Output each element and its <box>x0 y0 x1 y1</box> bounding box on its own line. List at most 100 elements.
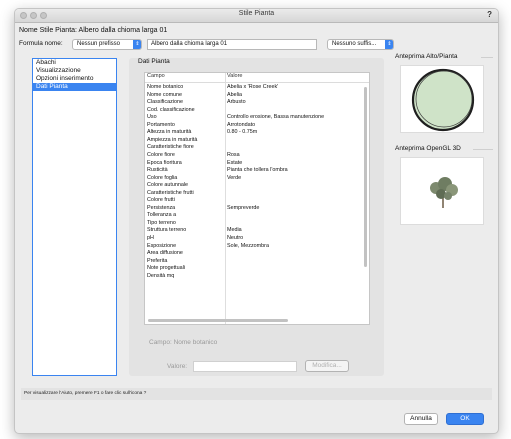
table-row[interactable]: Colore fiore Rosa <box>145 152 361 160</box>
field-cell: Caratteristiche frutti <box>147 189 194 196</box>
table-row[interactable]: Tipo terreno <box>145 220 361 228</box>
sidebar-item-dati-pianta[interactable]: Dati Pianta <box>33 83 116 91</box>
table-header: Campo Valore <box>145 73 369 83</box>
table-row[interactable]: Struttura terreno Media <box>145 227 361 235</box>
sidebar-item-opzioni-inserimento[interactable]: Opzioni inserimento <box>33 75 116 83</box>
modify-button[interactable]: Modifica... <box>305 360 349 372</box>
field-cell: Tipo terreno <box>147 219 176 226</box>
field-cell: Epoca fioritura <box>147 159 182 166</box>
dialog-window: Stile Pianta ? Nome Stile Pianta: Albero… <box>14 8 499 434</box>
separator <box>481 57 493 58</box>
table-row[interactable]: Area diffusione <box>145 250 361 258</box>
valore-field[interactable] <box>193 361 297 372</box>
field-cell: Persistenza <box>147 204 176 211</box>
table-row[interactable]: Uso Controllo erosione, Bassa manutenzion… <box>145 114 361 122</box>
field-cell: Colore foglia <box>147 174 178 181</box>
chevron-updown-icon: ⇕ <box>133 40 141 49</box>
separator <box>473 149 493 150</box>
help-icon[interactable]: ? <box>487 10 492 19</box>
field-cell: Portamento <box>147 121 175 128</box>
value-cell: Arbusto <box>227 99 246 106</box>
ok-button[interactable]: OK <box>446 413 484 425</box>
field-cell: Altezza in maturità <box>147 129 192 136</box>
table-row[interactable]: Colore foglia Verde <box>145 175 361 183</box>
value-cell: 0.80 - 0.75m <box>227 129 258 136</box>
chevron-updown-icon: ⇕ <box>385 40 393 49</box>
value-cell: Sole, Mezzombra <box>227 242 269 249</box>
formula-label: Formula nome: <box>19 40 63 47</box>
top-view-preview-title: Anteprima Alto/Pianta <box>395 53 458 60</box>
table-row[interactable]: Portamento Arrotondato <box>145 122 361 130</box>
table-row[interactable]: Note progettuali <box>145 265 361 273</box>
field-cell: Uso <box>147 114 157 121</box>
cancel-button[interactable]: Annulla <box>404 413 438 425</box>
column-header-value[interactable]: Valore <box>227 73 243 79</box>
value-cell: Estate <box>227 159 243 166</box>
table-row[interactable]: Caratteristiche fiore <box>145 144 361 152</box>
campo-label: Campo: Nome botanico <box>149 339 218 346</box>
field-cell: Colore fiore <box>147 151 175 158</box>
canopy-top-view-image <box>411 68 475 132</box>
value-cell: Media <box>227 227 242 234</box>
value-cell: Pianta che tollera l'ombra <box>227 167 288 174</box>
field-cell: Nome botanico <box>147 84 184 90</box>
table-row[interactable]: pH Neutro <box>145 235 361 243</box>
help-status-bar: Per visualizzare l'Aiuto, premere F1 o f… <box>21 388 492 400</box>
field-cell: Caratteristiche fiore <box>147 144 194 151</box>
horizontal-scrollbar[interactable] <box>148 319 288 322</box>
field-cell: Colore autunnale <box>147 182 189 189</box>
table-row[interactable]: Cod. classificazione <box>145 107 361 115</box>
sidebar-item-abachi[interactable]: Abachi <box>33 59 116 67</box>
table-row[interactable]: Esposizione Sole, Mezzombra <box>145 243 361 251</box>
opengl-preview <box>400 157 484 225</box>
suffix-value: Nessuno suffis... <box>332 41 377 47</box>
table-row[interactable]: Tolleranza a <box>145 212 361 220</box>
opengl-preview-title: Anteprima OpenGL 3D <box>395 145 461 152</box>
window-title: Stile Pianta <box>238 10 275 17</box>
plant-data-table: Campo Valore Nome botanico Abelia x 'Rose… <box>144 72 370 325</box>
field-cell: Classificazione <box>147 99 183 106</box>
table-row[interactable]: Classificazione Arbusto <box>145 99 361 107</box>
table-row[interactable]: Nome comune Abelia <box>145 92 361 100</box>
tree-3d-image <box>430 177 458 208</box>
prefix-popup[interactable]: Nessun prefisso ⇕ <box>72 39 142 50</box>
field-cell: Densità mq <box>147 272 175 279</box>
table-row[interactable]: Caratteristiche frutti <box>145 190 361 198</box>
panel-title: Dati Pianta <box>138 58 170 65</box>
table-row[interactable]: Ampiezza in maturità <box>145 137 361 145</box>
value-cell: Verde <box>227 174 242 181</box>
field-cell: Cod. classificazione <box>147 106 195 113</box>
table-row[interactable]: Colore frutti <box>145 197 361 205</box>
field-cell: Colore frutti <box>147 197 175 204</box>
table-row[interactable]: Densità mq <box>145 273 361 281</box>
field-cell: Ampiezza in maturità <box>147 136 198 143</box>
suffix-popup[interactable]: Nessuno suffis... ⇕ <box>327 39 394 50</box>
table-row[interactable]: Rusticità Pianta che tollera l'ombra <box>145 167 361 175</box>
field-cell: Tolleranza a <box>147 212 177 219</box>
table-row[interactable]: Epoca fioritura Estate <box>145 160 361 168</box>
column-header-field[interactable]: Campo <box>147 73 165 79</box>
title-bar: Stile Pianta ? <box>15 9 498 23</box>
table-row[interactable]: Preferita <box>145 258 361 266</box>
table-row[interactable]: Altezza in maturità 0.80 - 0.75m <box>145 129 361 137</box>
table-row[interactable]: Colore autunnale <box>145 182 361 190</box>
table-row[interactable]: Nome botanico Abelia x 'Rose Creek' <box>145 84 361 92</box>
value-cell: Sempreverde <box>227 204 260 211</box>
value-cell: Abelia <box>227 91 242 98</box>
value-cell: Rosa <box>227 151 240 158</box>
field-cell: pH <box>147 235 154 241</box>
value-cell: Neutro <box>227 235 244 241</box>
category-list: Abachi Visualizzazione Opzioni inserimen… <box>32 58 117 376</box>
field-cell: Note progettuali <box>147 265 186 272</box>
plant-data-panel: Dati Pianta Campo Valore Nome botanico Ab… <box>129 58 384 376</box>
value-cell: Abelia x 'Rose Creek' <box>227 84 279 90</box>
field-cell: Area diffusione <box>147 250 183 257</box>
value-cell: Arrotondato <box>227 121 256 128</box>
valore-label: Valore: <box>167 363 188 370</box>
name-field[interactable]: Albero dalla chioma larga 01 <box>147 39 317 50</box>
sidebar-item-visualizzazione[interactable]: Visualizzazione <box>33 67 116 75</box>
table-row[interactable]: Persistenza Sempreverde <box>145 205 361 213</box>
field-cell: Esposizione <box>147 242 177 249</box>
value-cell: Controllo erosione, Bassa manutenzione <box>227 114 325 121</box>
vertical-scrollbar[interactable] <box>364 87 367 267</box>
